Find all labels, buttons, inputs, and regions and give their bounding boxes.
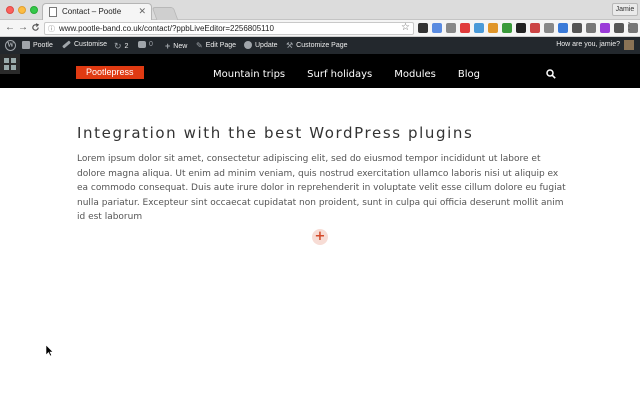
hammer-icon: ⚒	[286, 41, 294, 50]
extension-icon[interactable]	[614, 23, 624, 33]
extension-icon[interactable]	[446, 23, 456, 33]
info-icon[interactable]: ⓘ	[48, 24, 55, 34]
back-icon[interactable]: ←	[5, 22, 15, 33]
tab-close-icon[interactable]: ✕	[138, 6, 146, 17]
mouse-cursor-icon	[46, 345, 54, 357]
admin-update[interactable]: Update	[244, 41, 278, 49]
browser-titlebar: Contact – Pootle ✕ Jamie	[0, 0, 640, 20]
reload-icon[interactable]	[31, 23, 40, 34]
site-header: Pootlepress Mountain trips Surf holidays…	[0, 54, 640, 88]
admin-greeting[interactable]: How are you, jamie?	[556, 41, 620, 48]
page-content: Integration with the best WordPress plug…	[0, 88, 640, 400]
extension-icon[interactable]	[432, 23, 442, 33]
plus-icon: +	[314, 229, 326, 244]
admin-updates[interactable]: ↻ 2	[114, 41, 128, 52]
home-icon	[22, 41, 30, 49]
forward-icon[interactable]: →	[18, 22, 28, 33]
nav-blog[interactable]: Blog	[458, 69, 480, 80]
extension-icon[interactable]	[474, 23, 484, 33]
admin-customize-page[interactable]: ⚒ Customize Page	[286, 41, 348, 50]
globe-icon	[244, 41, 252, 49]
browser-menu-icon[interactable]: ⋮	[624, 21, 634, 32]
extension-icon[interactable]	[544, 23, 554, 33]
plus-icon: +	[165, 41, 171, 51]
browser-toolbar: ← → ⓘ www.pootle-band.co.uk/contact/?ppb…	[0, 20, 640, 37]
bookmark-star-icon[interactable]: ☆	[401, 22, 410, 33]
extension-icons	[418, 23, 640, 33]
extension-icon[interactable]	[558, 23, 568, 33]
extension-icon[interactable]	[418, 23, 428, 33]
page-icon	[49, 7, 57, 17]
nav-surf-holidays[interactable]: Surf holidays	[307, 69, 372, 80]
new-tab-button[interactable]	[151, 7, 179, 20]
browser-tab[interactable]: Contact – Pootle ✕	[42, 3, 152, 20]
admin-edit-page[interactable]: ✎ Edit Page	[196, 41, 236, 50]
admin-customise[interactable]: Customise	[62, 40, 107, 49]
extension-icon[interactable]	[516, 23, 526, 33]
main-nav: Mountain trips Surf holidays Modules Blo…	[213, 69, 480, 80]
wordpress-logo-icon[interactable]: W	[5, 40, 16, 51]
admin-new[interactable]: + New	[165, 41, 187, 51]
add-row-button[interactable]: +	[312, 229, 328, 245]
search-icon[interactable]	[546, 69, 556, 79]
brush-icon	[62, 40, 71, 49]
extension-icon[interactable]	[530, 23, 540, 33]
page-heading: Integration with the best WordPress plug…	[77, 124, 474, 142]
wp-admin-bar: W Pootle Customise ↻ 2 0 + New ✎ Edit Pa…	[0, 37, 640, 54]
site-logo[interactable]: Pootlepress	[76, 66, 144, 79]
extension-icon[interactable]	[502, 23, 512, 33]
extension-icon[interactable]	[572, 23, 582, 33]
extension-icon[interactable]	[600, 23, 610, 33]
extension-icon[interactable]	[586, 23, 596, 33]
pencil-icon: ✎	[196, 41, 203, 50]
body-paragraph: Lorem ipsum dolor sit amet, consectetur …	[77, 154, 566, 222]
profile-button[interactable]: Jamie	[612, 3, 638, 16]
extension-icon[interactable]	[488, 23, 498, 33]
tab-title: Contact – Pootle	[62, 7, 122, 16]
avatar[interactable]	[624, 40, 634, 50]
close-window-button[interactable]	[6, 6, 14, 14]
maximize-window-button[interactable]	[30, 6, 38, 14]
address-bar[interactable]: ⓘ www.pootle-band.co.uk/contact/?ppbLive…	[44, 22, 414, 35]
nav-mountain-trips[interactable]: Mountain trips	[213, 69, 285, 80]
updates-icon: ↻	[114, 41, 122, 51]
comment-icon	[138, 41, 146, 48]
grid-menu-icon[interactable]	[0, 54, 20, 74]
admin-site-name[interactable]: Pootle	[22, 41, 53, 49]
url-text: www.pootle-band.co.uk/contact/?ppbLiveEd…	[59, 24, 274, 33]
minimize-window-button[interactable]	[18, 6, 26, 14]
extension-icon[interactable]	[460, 23, 470, 33]
admin-comments[interactable]: 0	[138, 41, 153, 48]
nav-modules[interactable]: Modules	[394, 69, 436, 80]
